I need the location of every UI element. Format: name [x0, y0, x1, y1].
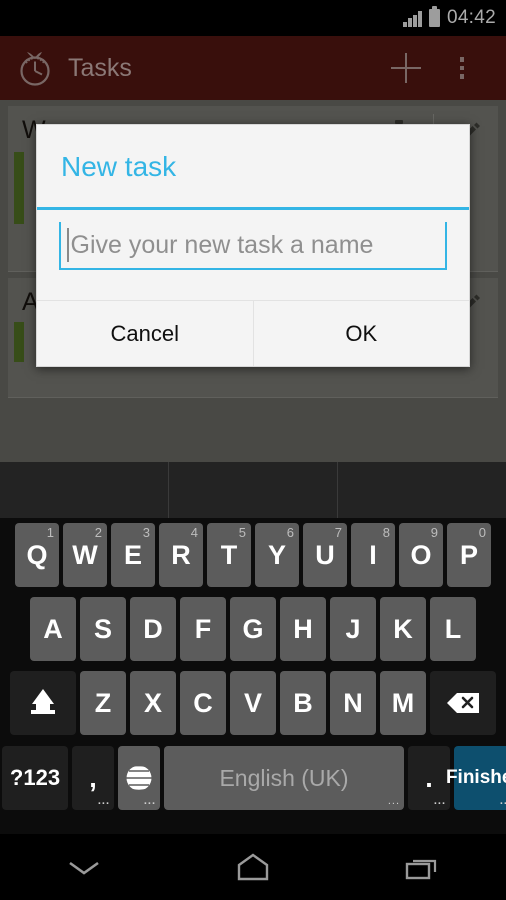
key-hint: 3: [142, 525, 150, 540]
text-caret: [67, 228, 69, 262]
key-label: Q: [26, 539, 48, 570]
key-d[interactable]: D: [130, 597, 176, 661]
suggestion-slot-2[interactable]: [168, 462, 337, 518]
key-label: .: [425, 762, 433, 793]
key-i[interactable]: 8I: [351, 523, 395, 587]
shift-key[interactable]: [10, 671, 76, 735]
long-press-hint: ...: [433, 795, 446, 807]
keyboard-row-3: Z X C V B N M: [0, 666, 506, 740]
key-hint: 9: [430, 525, 438, 540]
key-e[interactable]: 3E: [111, 523, 155, 587]
key-u[interactable]: 7U: [303, 523, 347, 587]
phone-screen: 04:42 Tasks W New task Give your new tas…: [0, 0, 506, 900]
soft-keyboard: 1Q 2W 3E 4R 5T 6Y 7U 8I 9O 0P A S D F G …: [0, 462, 506, 834]
language-globe-icon: [125, 764, 153, 792]
key-label: E: [123, 539, 142, 570]
language-switch-key[interactable]: ...: [118, 746, 160, 810]
key-o[interactable]: 9O: [399, 523, 443, 587]
key-r[interactable]: 4R: [159, 523, 203, 587]
comma-key[interactable]: , ...: [72, 746, 114, 810]
key-g[interactable]: G: [230, 597, 276, 661]
long-press-hint: ...: [143, 795, 156, 807]
key-w[interactable]: 2W: [63, 523, 107, 587]
key-hint: 4: [190, 525, 198, 540]
long-press-hint: ...: [387, 795, 400, 807]
key-hint: 1: [46, 525, 54, 540]
backspace-key[interactable]: [430, 671, 496, 735]
key-label: I: [369, 539, 377, 570]
system-nav-bar: [0, 834, 506, 900]
key-k[interactable]: K: [380, 597, 426, 661]
recents-button[interactable]: [387, 844, 457, 890]
dialog-title: New task: [61, 151, 177, 182]
symbols-key[interactable]: ?123: [2, 746, 68, 810]
key-m[interactable]: M: [380, 671, 426, 735]
long-press-hint: ...: [97, 795, 110, 807]
key-j[interactable]: J: [330, 597, 376, 661]
key-hint: 6: [286, 525, 294, 540]
hide-keyboard-button[interactable]: [49, 844, 119, 890]
key-label: Finished: [445, 767, 506, 788]
period-key[interactable]: . ...: [408, 746, 450, 810]
key-l[interactable]: L: [430, 597, 476, 661]
new-task-dialog: New task Give your new task a name Cance…: [36, 124, 470, 367]
key-label: U: [315, 539, 335, 570]
backspace-icon: [447, 693, 479, 713]
suggestion-slot-3[interactable]: [337, 462, 506, 518]
key-label: ,: [89, 762, 97, 793]
key-hint: 8: [382, 525, 390, 540]
long-press-hint: ...: [499, 795, 506, 807]
key-label: P: [459, 539, 478, 570]
space-language-label: English (UK): [219, 764, 349, 791]
key-h[interactable]: H: [280, 597, 326, 661]
key-f[interactable]: F: [180, 597, 226, 661]
enter-action-key[interactable]: Finished ...: [446, 746, 506, 810]
home-icon: [237, 853, 269, 881]
hide-keyboard-chevron-icon: [69, 861, 100, 875]
space-key[interactable]: English (UK) ...: [164, 746, 404, 810]
key-b[interactable]: B: [280, 671, 326, 735]
key-s[interactable]: S: [80, 597, 126, 661]
key-label: Y: [267, 539, 286, 570]
suggestion-strip: [0, 462, 506, 518]
key-hint: 7: [334, 525, 342, 540]
shift-arrow-icon: [30, 683, 56, 723]
key-n[interactable]: N: [330, 671, 376, 735]
suggestion-slot-1[interactable]: [0, 462, 168, 518]
task-name-input[interactable]: Give your new task a name: [59, 222, 447, 270]
key-label: R: [171, 539, 191, 570]
keyboard-row-2: A S D F G H J K L: [0, 592, 506, 666]
key-label: T: [220, 539, 238, 570]
key-v[interactable]: V: [230, 671, 276, 735]
key-hint: 0: [478, 525, 486, 540]
key-y[interactable]: 6Y: [255, 523, 299, 587]
key-z[interactable]: Z: [80, 671, 126, 735]
key-hint: 5: [238, 525, 246, 540]
home-button[interactable]: [218, 844, 288, 890]
recents-icon: [405, 859, 436, 880]
dialog-body: Give your new task a name: [37, 210, 469, 300]
dialog-button-bar: Cancel OK: [37, 300, 469, 366]
key-x[interactable]: X: [130, 671, 176, 735]
key-label: W: [72, 539, 98, 570]
key-t[interactable]: 5T: [207, 523, 251, 587]
key-label: O: [410, 539, 432, 570]
key-p[interactable]: 0P: [447, 523, 491, 587]
task-name-placeholder: Give your new task a name: [70, 230, 374, 259]
key-c[interactable]: C: [180, 671, 226, 735]
keyboard-row-4: ?123 , ... ... English (UK) ... . ... Fi…: [0, 740, 506, 816]
cancel-button[interactable]: Cancel: [37, 301, 253, 366]
key-a[interactable]: A: [30, 597, 76, 661]
key-q[interactable]: 1Q: [15, 523, 59, 587]
keyboard-row-1: 1Q 2W 3E 4R 5T 6Y 7U 8I 9O 0P: [0, 518, 506, 592]
ok-button[interactable]: OK: [252, 301, 469, 366]
key-hint: 2: [94, 525, 102, 540]
